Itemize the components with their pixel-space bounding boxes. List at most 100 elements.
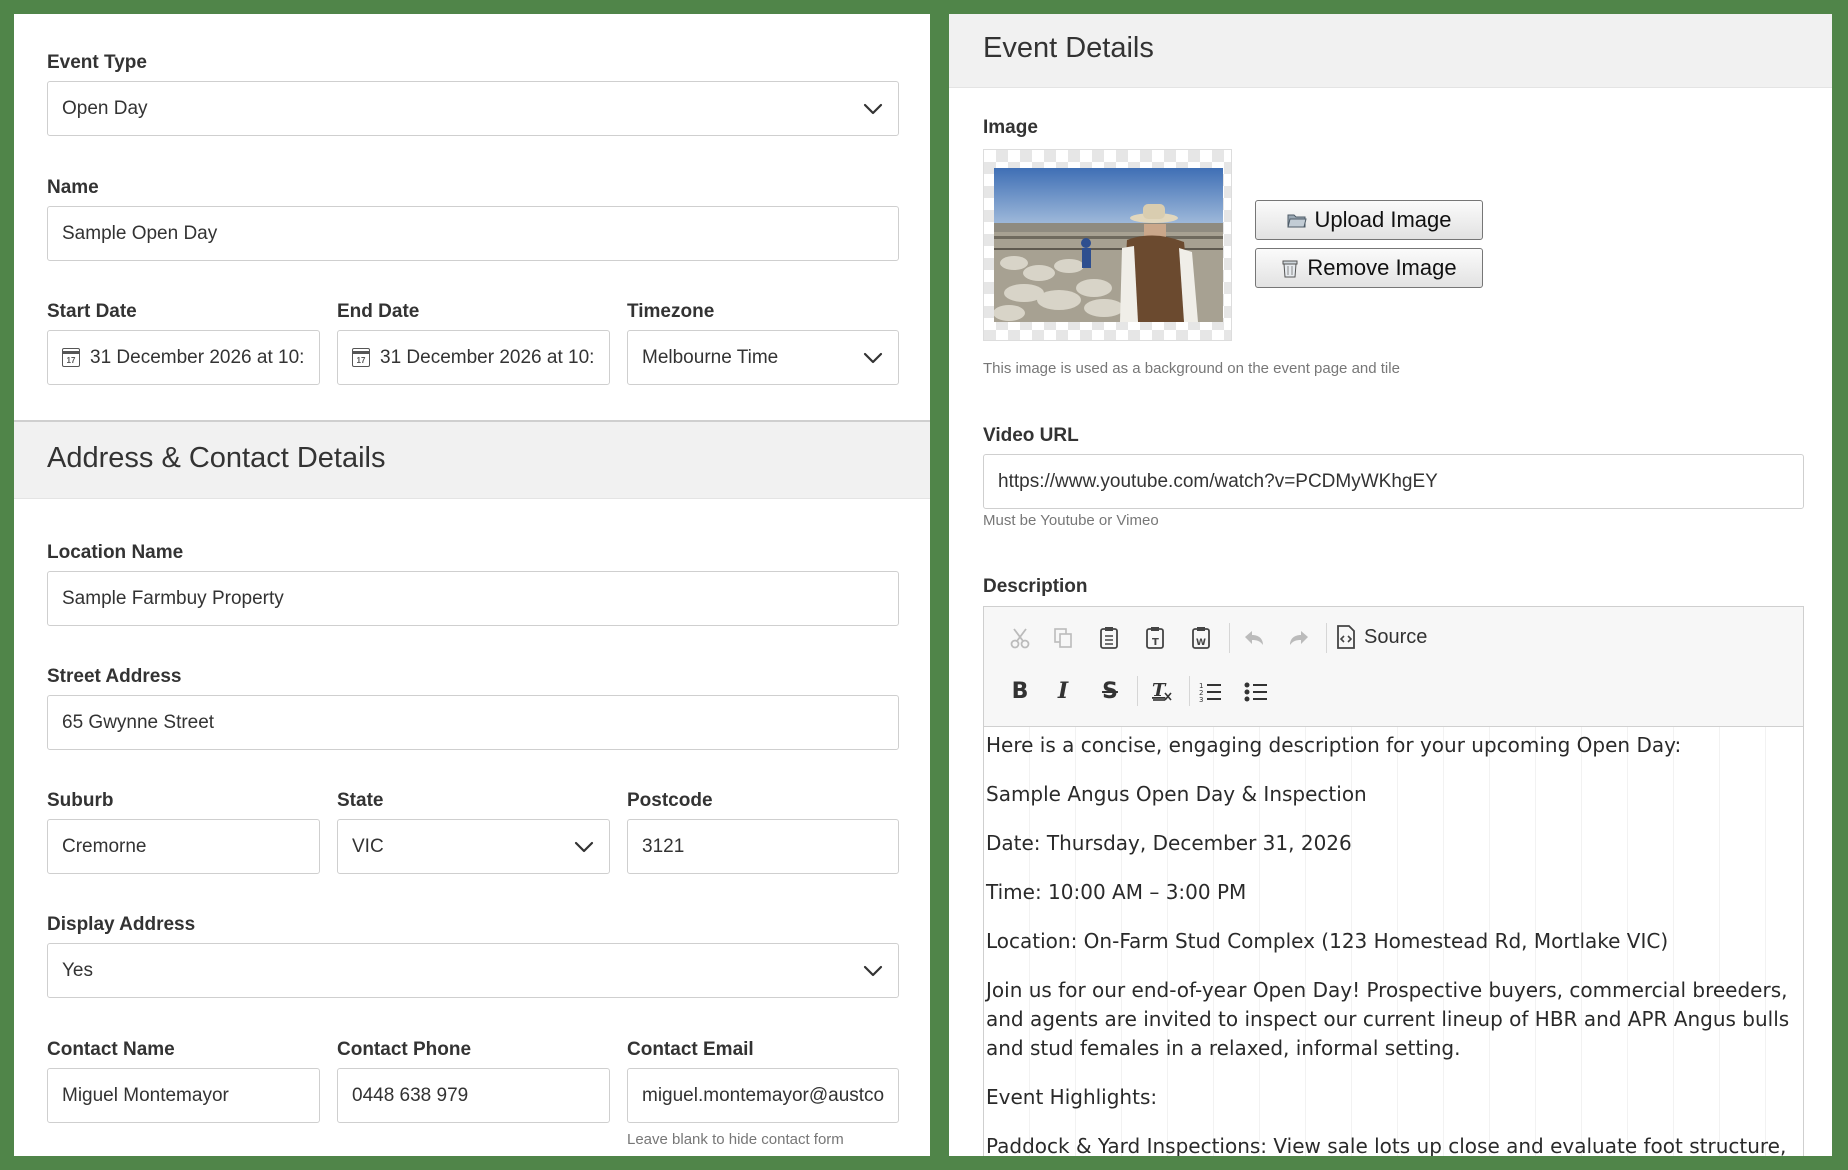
start-date-input[interactable]: 17 31 December 2026 at 10:: bbox=[47, 330, 320, 385]
timezone-label: Timezone bbox=[627, 301, 715, 322]
suburb-value: Cremorne bbox=[62, 835, 147, 857]
contact-name-value: Miguel Montemayor bbox=[62, 1084, 229, 1106]
italic-icon[interactable]: I bbox=[1048, 676, 1078, 706]
contact-email-value: miguel.montemayor@austco bbox=[642, 1084, 884, 1106]
event-details-header: Event Details bbox=[949, 14, 1832, 88]
contact-phone-input[interactable]: 0448 638 979 bbox=[337, 1068, 610, 1123]
image-hint: This image is used as a background on th… bbox=[983, 360, 1400, 377]
remove-format-icon[interactable]: T bbox=[1147, 676, 1177, 706]
description-paragraph: Date: Thursday, December 31, 2026 bbox=[986, 831, 1352, 855]
toolbar-separator bbox=[1137, 676, 1138, 706]
event-type-select[interactable]: Open Day bbox=[47, 81, 899, 136]
location-name-label: Location Name bbox=[47, 542, 184, 563]
event-details-panel: Event Details Image Upload Image Remove … bbox=[949, 14, 1832, 1156]
toolbar-separator bbox=[1229, 623, 1230, 653]
suburb-input[interactable]: Cremorne bbox=[47, 819, 320, 874]
toolbar-separator bbox=[1326, 623, 1327, 653]
timezone-value: Melbourne Time bbox=[642, 346, 779, 368]
end-date-input[interactable]: 17 31 December 2026 at 10:: bbox=[337, 330, 610, 385]
event-type-label: Event Type bbox=[47, 52, 147, 73]
description-paragraph: Event Highlights: bbox=[986, 1085, 1158, 1109]
svg-text:T: T bbox=[1152, 680, 1167, 701]
start-date-value: 31 December 2026 at 10:: bbox=[90, 346, 305, 368]
bold-icon[interactable]: B bbox=[1005, 676, 1035, 706]
display-address-label: Display Address bbox=[47, 914, 196, 935]
editor-toolbar: T W Source B I S T 1 2 3 bbox=[984, 607, 1803, 727]
redo-icon[interactable] bbox=[1284, 623, 1314, 653]
contact-email-hint: Leave blank to hide contact form bbox=[627, 1131, 844, 1148]
contact-phone-value: 0448 638 979 bbox=[352, 1084, 469, 1106]
svg-text:T: T bbox=[1152, 637, 1159, 648]
description-paragraph: Join us for our end-of-year Open Day! Pr… bbox=[986, 978, 1790, 1060]
remove-image-button[interactable]: Remove Image bbox=[1255, 248, 1483, 288]
calendar-icon: 17 bbox=[62, 348, 80, 367]
svg-text:W: W bbox=[1196, 638, 1206, 648]
remove-image-label: Remove Image bbox=[1307, 255, 1457, 280]
source-label: Source bbox=[1364, 625, 1428, 648]
street-address-input[interactable]: 65 Gwynne Street bbox=[47, 695, 899, 750]
paste-icon[interactable] bbox=[1095, 623, 1125, 653]
chevron-down-icon bbox=[862, 98, 884, 120]
calendar-icon: 17 bbox=[352, 348, 370, 367]
description-paragraph: Time: 10:00 AM – 3:00 PM bbox=[986, 880, 1247, 904]
trash-icon bbox=[1281, 258, 1299, 278]
chevron-down-icon bbox=[862, 960, 884, 982]
video-url-input[interactable]: https://www.youtube.com/watch?v=PCDMyWKh… bbox=[983, 454, 1804, 509]
description-label: Description bbox=[983, 576, 1088, 597]
display-address-select[interactable]: Yes bbox=[47, 943, 899, 998]
strikethrough-icon[interactable]: S bbox=[1095, 676, 1125, 706]
image-label: Image bbox=[983, 117, 1038, 138]
start-date-label: Start Date bbox=[47, 301, 137, 322]
copy-icon[interactable] bbox=[1048, 623, 1078, 653]
address-section-title: Address & Contact Details bbox=[47, 442, 386, 474]
paste-text-icon[interactable]: T bbox=[1141, 623, 1171, 653]
name-value: Sample Open Day bbox=[62, 222, 218, 244]
contact-name-input[interactable]: Miguel Montemayor bbox=[47, 1068, 320, 1123]
description-paragraph: Sample Angus Open Day & Inspection bbox=[986, 782, 1367, 806]
undo-icon[interactable] bbox=[1239, 623, 1269, 653]
name-label: Name bbox=[47, 177, 99, 198]
contact-name-label: Contact Name bbox=[47, 1039, 175, 1060]
state-label: State bbox=[337, 790, 384, 811]
display-address-value: Yes bbox=[62, 959, 93, 981]
state-value: VIC bbox=[352, 835, 384, 857]
event-form-panel: Event Type Open Day Name Sample Open Day… bbox=[14, 14, 930, 1156]
editor-content[interactable]: Here is a concise, engaging description … bbox=[984, 727, 1803, 1156]
description-paragraph: Here is a concise, engaging description … bbox=[986, 733, 1682, 757]
address-section-header: Address & Contact Details bbox=[14, 420, 930, 499]
contact-phone-label: Contact Phone bbox=[337, 1039, 472, 1060]
street-address-value: 65 Gwynne Street bbox=[62, 711, 215, 733]
numbered-list-icon[interactable]: 123 bbox=[1195, 676, 1225, 706]
toolbar-separator bbox=[1189, 676, 1190, 706]
source-button[interactable]: Source bbox=[1336, 625, 1427, 649]
end-date-label: End Date bbox=[337, 301, 420, 322]
timezone-select[interactable]: Melbourne Time bbox=[627, 330, 899, 385]
contact-email-input[interactable]: miguel.montemayor@austco bbox=[627, 1068, 899, 1123]
suburb-label: Suburb bbox=[47, 790, 114, 811]
video-url-label: Video URL bbox=[983, 425, 1079, 446]
upload-image-label: Upload Image bbox=[1314, 207, 1452, 232]
video-url-hint: Must be Youtube or Vimeo bbox=[983, 512, 1159, 529]
postcode-value: 3121 bbox=[642, 835, 685, 857]
svg-text:3: 3 bbox=[1199, 696, 1203, 702]
bulleted-list-icon[interactable] bbox=[1241, 676, 1271, 706]
event-details-title: Event Details bbox=[983, 32, 1154, 64]
state-select[interactable]: VIC bbox=[337, 819, 610, 874]
source-icon bbox=[1336, 625, 1356, 649]
postcode-input[interactable]: 3121 bbox=[627, 819, 899, 874]
location-name-input[interactable]: Sample Farmbuy Property bbox=[47, 571, 899, 626]
event-image bbox=[994, 168, 1223, 322]
upload-image-button[interactable]: Upload Image bbox=[1255, 200, 1483, 240]
name-input[interactable]: Sample Open Day bbox=[47, 206, 899, 261]
cut-icon[interactable] bbox=[1005, 623, 1035, 653]
chevron-down-icon bbox=[862, 347, 884, 369]
folder-icon bbox=[1286, 211, 1307, 229]
paste-word-icon[interactable]: W bbox=[1187, 623, 1217, 653]
video-url-value: https://www.youtube.com/watch?v=PCDMyWKh… bbox=[998, 470, 1438, 492]
end-date-value: 31 December 2026 at 10:: bbox=[380, 346, 595, 368]
event-type-value: Open Day bbox=[62, 97, 148, 119]
description-editor[interactable]: T W Source B I S T 1 2 3 Here is a conci… bbox=[983, 606, 1804, 1156]
postcode-label: Postcode bbox=[627, 790, 713, 811]
street-address-label: Street Address bbox=[47, 666, 182, 687]
description-paragraph: Paddock & Yard Inspections: View sale lo… bbox=[986, 1134, 1787, 1156]
